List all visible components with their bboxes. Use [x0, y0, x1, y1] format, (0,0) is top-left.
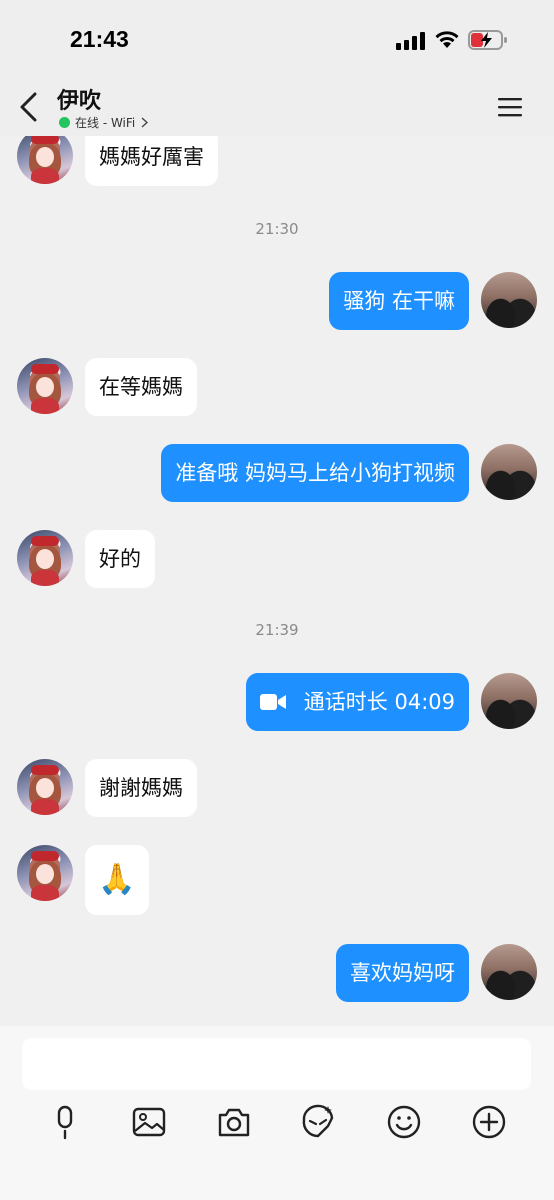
- message-bubble-outgoing[interactable]: 喜欢妈妈呀: [336, 944, 469, 1002]
- chat-header: 伊吹 在线 - WiFi: [0, 78, 554, 136]
- contact-avatar[interactable]: [17, 845, 73, 901]
- message-bubble-outgoing[interactable]: 骚狗 在干嘛: [329, 272, 469, 330]
- message-timestamp: 21:39: [255, 621, 299, 639]
- message-bubble-incoming[interactable]: 媽媽好厲害: [85, 136, 218, 186]
- message-input[interactable]: [22, 1038, 531, 1090]
- chevron-right-icon: [141, 116, 149, 128]
- battery-charging-icon: [468, 30, 507, 50]
- call-duration-text: 通话时长 04:09: [303, 690, 455, 714]
- message-bubble-outgoing[interactable]: 准备哦 妈妈马上给小狗打视频: [161, 444, 469, 502]
- status-bar: 21:43: [0, 0, 554, 78]
- status-time: 21:43: [70, 26, 129, 52]
- folded-hands-emoji: 🙏: [98, 862, 136, 897]
- message-bubble-incoming[interactable]: 謝謝媽媽: [85, 759, 197, 817]
- message-bubble-incoming[interactable]: 好的: [85, 530, 155, 588]
- message-timestamp: 21:30: [255, 220, 299, 238]
- contact-avatar[interactable]: [17, 358, 73, 414]
- cellular-signal-icon: [396, 32, 425, 50]
- message-bubble-incoming[interactable]: 🙏: [85, 845, 149, 915]
- wifi-icon: [435, 31, 459, 48]
- message-list[interactable]: 媽媽好厲害 21:30 骚狗 在干嘛 在等媽媽 准备哦 妈妈马上给小狗打视频 好…: [0, 136, 554, 1026]
- online-dot-icon: [59, 116, 70, 128]
- video-call-record[interactable]: 通话时长 04:09: [245, 673, 469, 731]
- camera-icon[interactable]: [216, 1104, 252, 1140]
- contact-avatar[interactable]: [17, 136, 73, 184]
- message-bubble-incoming[interactable]: 在等媽媽: [85, 358, 197, 416]
- menu-icon[interactable]: [496, 95, 524, 119]
- presence-status[interactable]: 在线 - WiFi: [59, 113, 149, 131]
- contact-avatar[interactable]: [17, 530, 73, 586]
- my-avatar[interactable]: [481, 444, 537, 500]
- contact-name[interactable]: 伊吹: [57, 83, 101, 115]
- microphone-icon[interactable]: [47, 1104, 83, 1140]
- video-camera-icon: [259, 694, 286, 710]
- contact-avatar[interactable]: [17, 759, 73, 815]
- presence-text: 在线 - WiFi: [75, 115, 136, 130]
- my-avatar[interactable]: [481, 944, 537, 1000]
- my-avatar[interactable]: [481, 272, 537, 328]
- image-icon[interactable]: [131, 1104, 167, 1140]
- sticker-icon[interactable]: [300, 1104, 336, 1140]
- back-arrow-icon[interactable]: [18, 92, 40, 122]
- my-avatar[interactable]: [481, 673, 537, 729]
- message-composer: [0, 1026, 554, 1200]
- plus-icon[interactable]: [471, 1104, 507, 1140]
- emoji-icon[interactable]: [386, 1104, 422, 1140]
